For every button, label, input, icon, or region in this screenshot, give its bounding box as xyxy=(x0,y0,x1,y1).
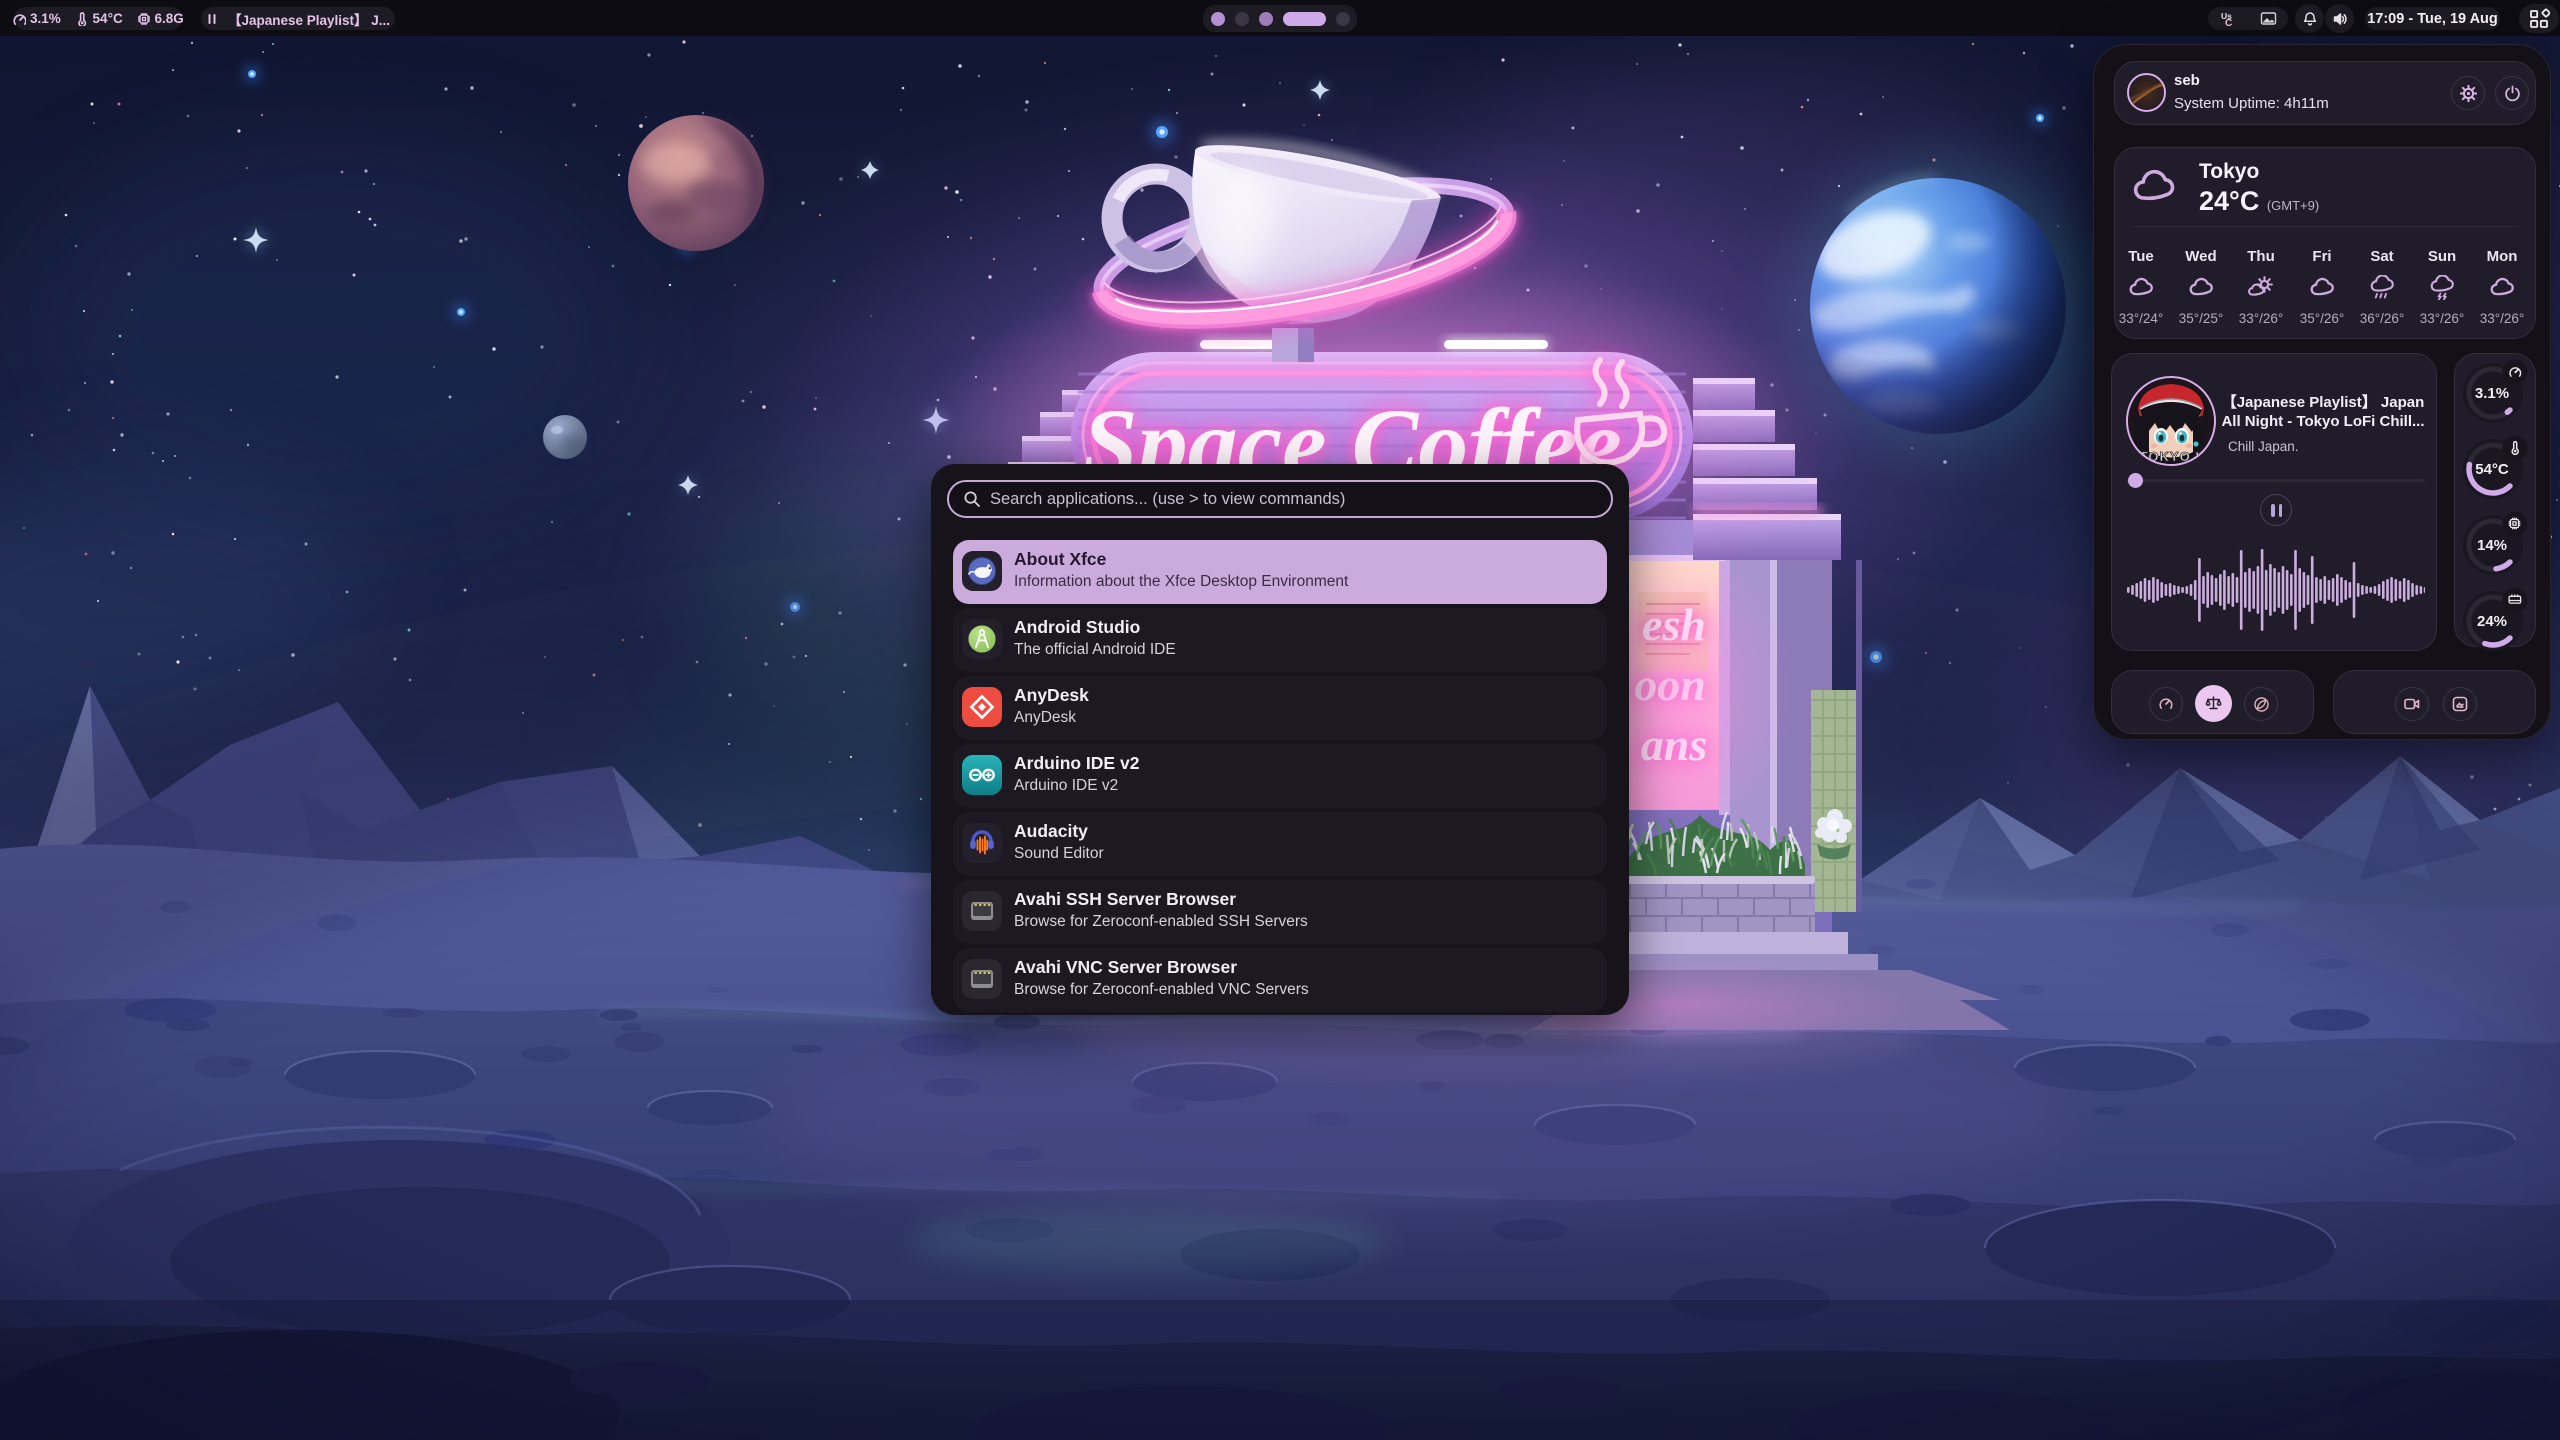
svg-text:54°C: 54°C xyxy=(2475,461,2509,478)
svg-text:C: C xyxy=(2225,18,2232,28)
svg-text:24%: 24% xyxy=(2477,613,2507,630)
svg-text:3.1%: 3.1% xyxy=(2475,385,2509,402)
svg-text:14%: 14% xyxy=(2477,537,2507,554)
svg-text:TOKYO L: TOKYO L xyxy=(2140,449,2205,464)
